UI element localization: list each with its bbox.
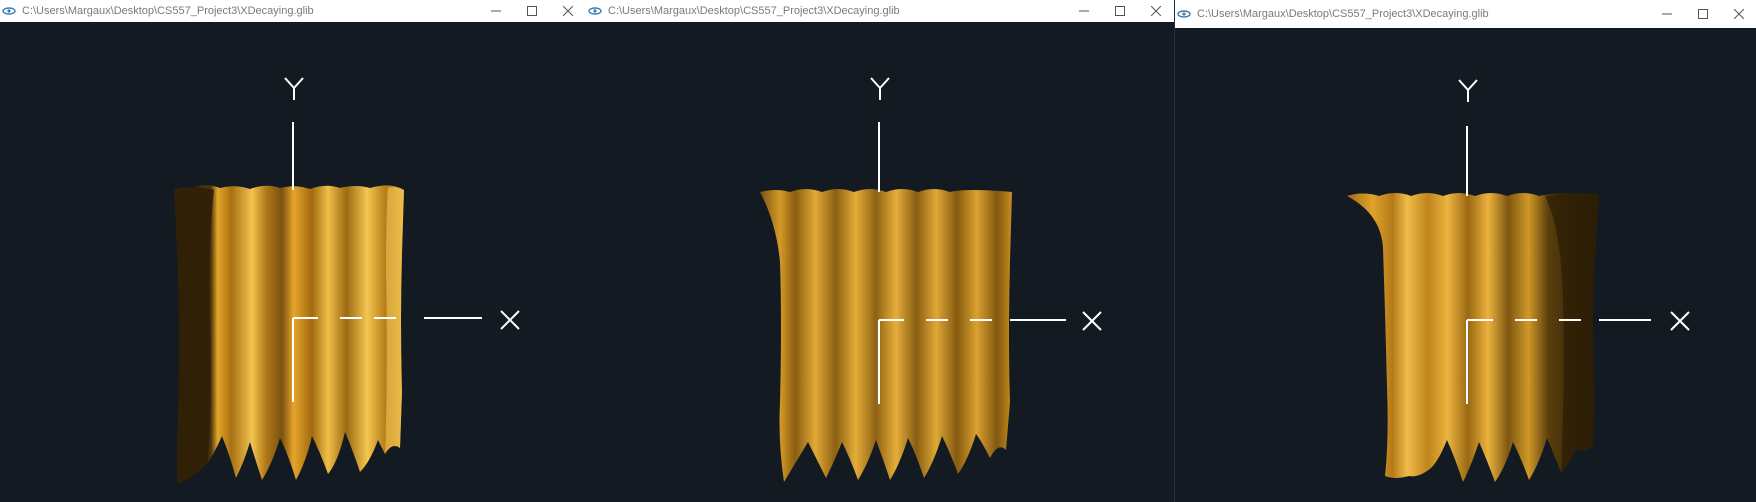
minimize-icon	[491, 10, 501, 12]
window-title: C:\Users\Margaux\Desktop\CS557_Project3\…	[608, 5, 900, 17]
glib-eye-icon	[588, 4, 606, 18]
glib-window-1[interactable]: C:\Users\Margaux\Desktop\CS557_Project3\…	[0, 0, 586, 502]
surface-highlight	[385, 187, 404, 455]
close-button[interactable]	[550, 0, 586, 22]
y-axis-label-glyph	[870, 77, 890, 100]
scene-canvas	[1347, 79, 1690, 482]
title-bar[interactable]: C:\Users\Margaux\Desktop\CS557_Project3\…	[1175, 0, 1756, 28]
minimize-button[interactable]	[1066, 0, 1102, 22]
render-viewport[interactable]	[1175, 28, 1756, 502]
title-bar[interactable]: C:\Users\Margaux\Desktop\CS557_Project3\…	[586, 0, 1174, 22]
minimize-icon	[1079, 10, 1089, 12]
maximize-icon	[1698, 9, 1708, 19]
decaying-surface	[760, 189, 1012, 482]
minimize-button[interactable]	[1649, 0, 1685, 28]
y-axis-label-glyph	[284, 77, 304, 100]
render-viewport[interactable]	[586, 22, 1174, 502]
window-title: C:\Users\Margaux\Desktop\CS557_Project3\…	[22, 5, 314, 17]
maximize-button[interactable]	[1685, 0, 1721, 28]
close-icon	[1151, 6, 1161, 16]
title-bar[interactable]: C:\Users\Margaux\Desktop\CS557_Project3\…	[0, 0, 586, 22]
maximize-button[interactable]	[514, 0, 550, 22]
minimize-icon	[1662, 13, 1672, 15]
x-axis-label-glyph	[500, 310, 520, 330]
glib-window-2[interactable]: C:\Users\Margaux\Desktop\CS557_Project3\…	[586, 0, 1174, 502]
window-title: C:\Users\Margaux\Desktop\CS557_Project3\…	[1197, 8, 1489, 20]
maximize-icon	[1115, 6, 1125, 16]
x-axis-label-glyph	[1670, 311, 1690, 331]
y-axis-label-glyph	[1458, 79, 1478, 102]
render-viewport[interactable]	[0, 22, 586, 502]
x-axis-label-glyph	[1082, 311, 1102, 331]
close-button[interactable]	[1138, 0, 1174, 22]
close-button[interactable]	[1721, 0, 1756, 28]
maximize-icon	[527, 6, 537, 16]
close-icon	[1734, 9, 1744, 19]
glib-eye-icon	[1177, 7, 1195, 21]
glib-window-3[interactable]: C:\Users\Margaux\Desktop\CS557_Project3\…	[1174, 0, 1756, 502]
close-icon	[563, 6, 573, 16]
maximize-button[interactable]	[1102, 0, 1138, 22]
minimize-button[interactable]	[478, 0, 514, 22]
scene-canvas	[760, 77, 1102, 482]
scene-canvas	[174, 77, 520, 484]
surface-shadow	[174, 187, 214, 484]
glib-eye-icon	[2, 4, 20, 18]
